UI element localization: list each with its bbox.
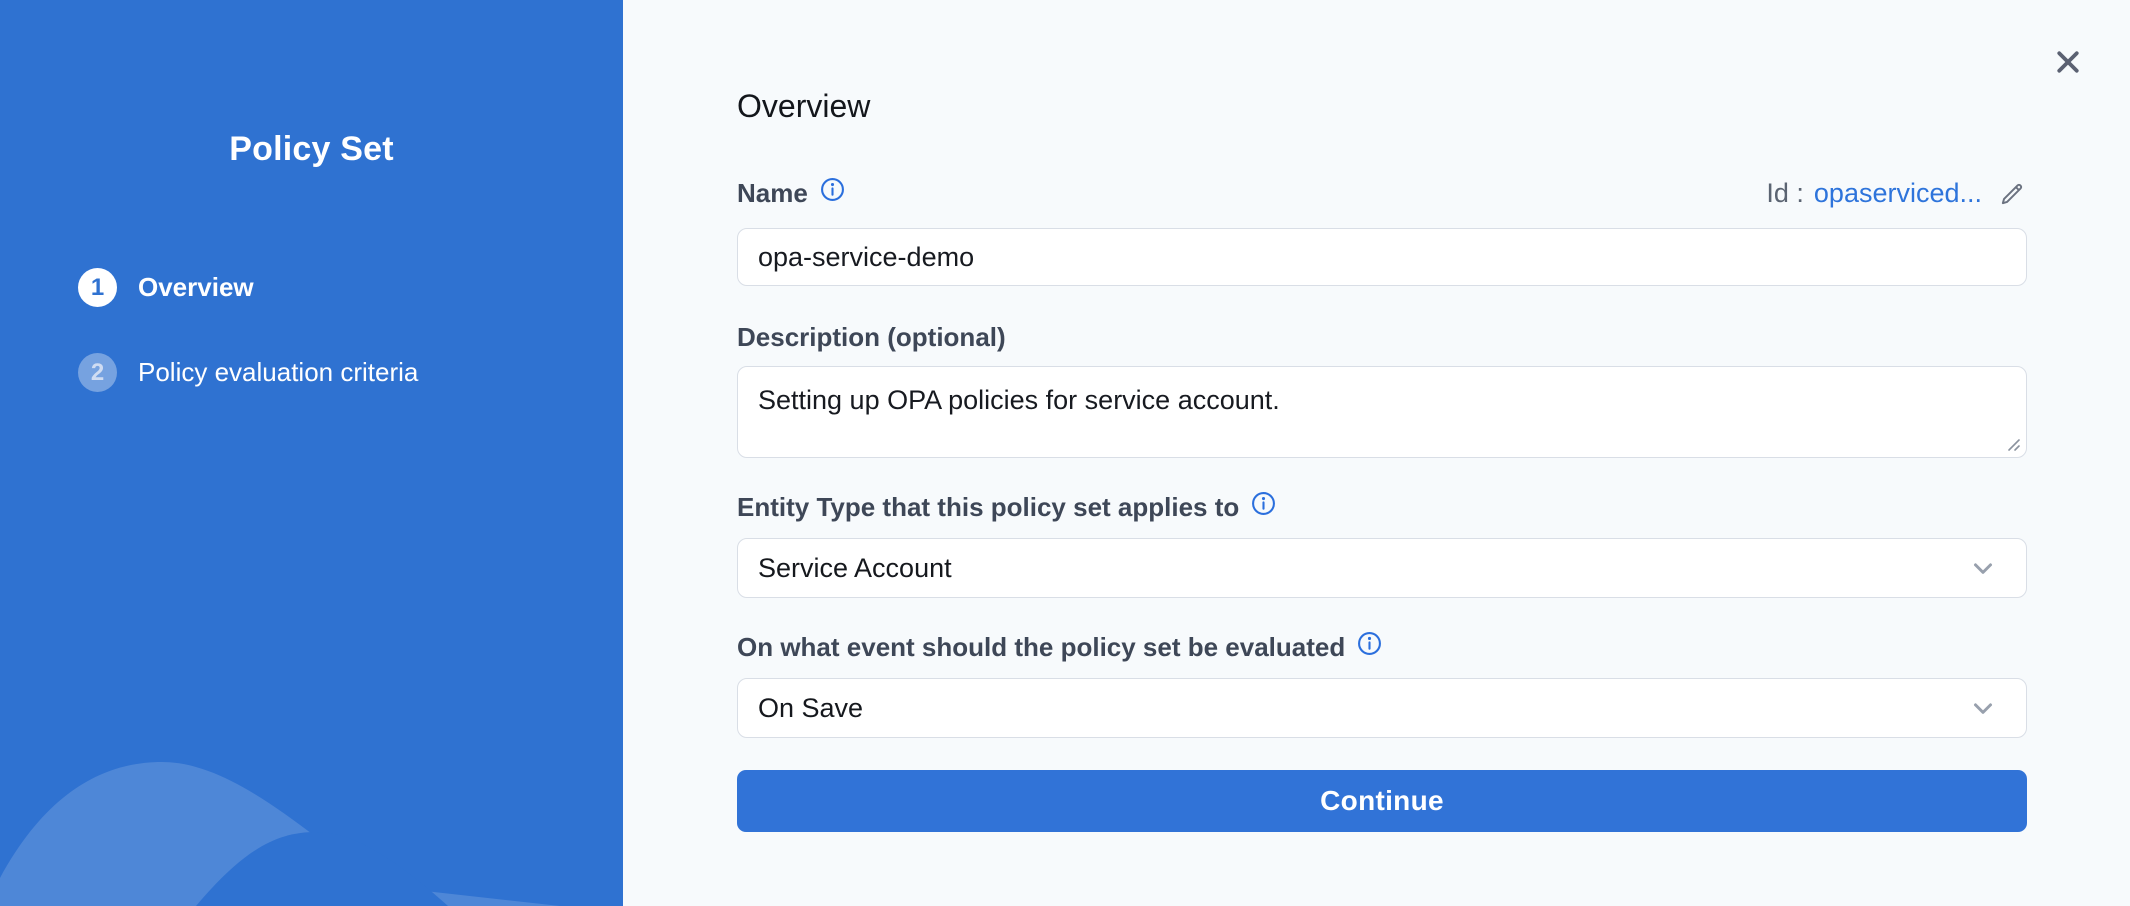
form-panel: Overview Name Id : opaserviced...	[623, 0, 2130, 906]
step-label: Overview	[138, 272, 254, 303]
sidebar-item-overview[interactable]: 1 Overview	[78, 268, 418, 307]
description-label: Description (optional)	[737, 322, 1006, 353]
chevron-down-icon	[1968, 693, 1998, 723]
entity-type-label-row: Entity Type that this policy set applies…	[737, 492, 2027, 523]
entity-type-selected-value: Service Account	[758, 553, 952, 584]
pencil-icon[interactable]	[1998, 179, 2027, 208]
chevron-down-icon	[1968, 553, 1998, 583]
id-prefix: Id :	[1766, 178, 1804, 209]
stepper-sidebar: Policy Set 1 Overview 2 Policy evaluatio…	[0, 0, 623, 906]
step-number-badge: 2	[78, 353, 117, 392]
sidebar-item-policy-evaluation-criteria[interactable]: 2 Policy evaluation criteria	[78, 353, 418, 392]
id-value-link[interactable]: opaserviced...	[1814, 178, 1982, 209]
name-label: Name	[737, 178, 808, 209]
page-title: Overview	[737, 88, 870, 125]
event-selected-value: On Save	[758, 693, 863, 724]
description-label-row: Description (optional)	[737, 322, 2027, 353]
step-label: Policy evaluation criteria	[138, 357, 418, 388]
entity-type-select[interactable]: Service Account	[737, 538, 2027, 598]
stepper: 1 Overview 2 Policy evaluation criteria	[78, 268, 418, 438]
event-label: On what event should the policy set be e…	[737, 632, 1345, 663]
info-icon[interactable]	[1357, 631, 1382, 656]
step-number-badge: 1	[78, 268, 117, 307]
close-button[interactable]	[2050, 44, 2086, 80]
description-textarea[interactable]: Setting up OPA policies for service acco…	[737, 366, 2027, 458]
event-label-row: On what event should the policy set be e…	[737, 632, 2027, 663]
event-select[interactable]: On Save	[737, 678, 2027, 738]
sidebar-title: Policy Set	[0, 130, 623, 169]
x-close-icon	[2053, 47, 2083, 77]
policy-set-modal: Policy Set 1 Overview 2 Policy evaluatio…	[0, 0, 2130, 906]
entity-type-label: Entity Type that this policy set applies…	[737, 492, 1239, 523]
description-field-wrap: Setting up OPA policies for service acco…	[737, 366, 2027, 458]
entity-id-row: Id : opaserviced...	[1766, 178, 2027, 209]
name-label-row: Name Id : opaserviced...	[737, 178, 2027, 209]
info-icon[interactable]	[820, 177, 845, 202]
wave-decoration	[0, 666, 623, 906]
info-icon[interactable]	[1251, 491, 1276, 516]
continue-button[interactable]: Continue	[737, 770, 2027, 832]
name-input[interactable]	[737, 228, 2027, 286]
